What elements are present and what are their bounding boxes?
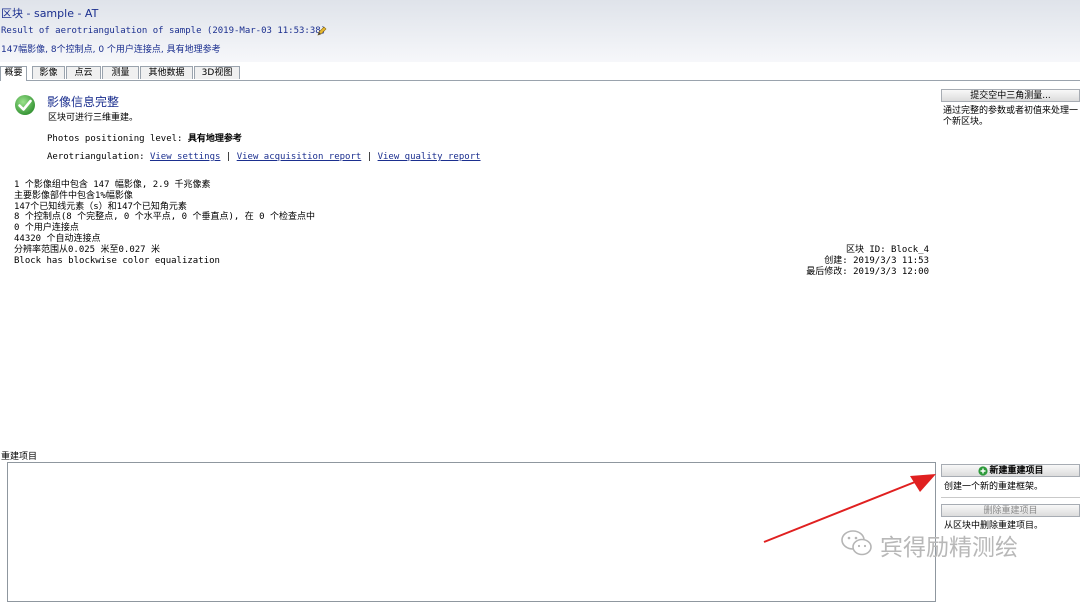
stat-line: 主要影像部件中包含1%幅影像: [14, 190, 133, 201]
block-modified: 最后修改: 2019/3/3 12:00: [806, 266, 929, 277]
pencil-icon[interactable]: [317, 26, 327, 36]
positioning-value: 具有地理参考: [187, 134, 242, 144]
positioning-label: Photos positioning level:: [47, 134, 183, 144]
view-acquisition-report-link[interactable]: View acquisition report: [237, 152, 362, 162]
new-reconstruction-button[interactable]: 新建重建项目: [941, 464, 1080, 477]
view-quality-report-link[interactable]: View quality report: [378, 152, 481, 162]
tab-3d-view[interactable]: 3D视图: [194, 66, 240, 79]
new-reconstruction-description: 创建一个新的重建框架。: [944, 482, 1044, 492]
tab-point-clouds[interactable]: 点云: [66, 66, 101, 79]
status-subtitle: 区块可进行三维重建。: [48, 113, 139, 123]
separator: |: [225, 152, 232, 162]
submit-at-desc-line: 通过完整的参数或者初值来处理一: [943, 106, 1079, 116]
divider: [941, 497, 1080, 498]
status-title: 影像信息完整: [47, 95, 120, 109]
block-created: 创建: 2019/3/3 11:53: [824, 255, 929, 266]
reconstruction-label: 重建项目: [1, 452, 38, 462]
check-icon: [15, 95, 35, 115]
tab-other-data[interactable]: 其他数据: [140, 66, 193, 79]
tab-bar: 概要 影像 点云 测量 其他数据 3D视图: [0, 66, 1080, 81]
block-stats: 1 个影像组中包含 147 幅影像, 2.9 千兆像素 主要影像部件中包含1%幅…: [14, 180, 315, 266]
stat-line: 8 个控制点(8 个完整点, 0 个水平点, 0 个垂直点), 在 0 个检查点…: [14, 212, 315, 223]
submit-aerotriangulation-button[interactable]: 提交空中三角测量...: [941, 89, 1080, 102]
block-id: 区块 ID: Block_4: [845, 245, 929, 255]
positioning-line: Photos positioning level: 具有地理参考: [47, 131, 242, 144]
page-title: 区块 - sample - AT: [1, 7, 99, 20]
watermark: 宾得励精测绘: [840, 524, 1060, 564]
view-settings-link[interactable]: View settings: [150, 152, 220, 162]
submit-at-description: 通过完整的参数或者初值来处理一 个新区块。: [943, 106, 1078, 128]
plus-icon: [978, 466, 988, 476]
block-summary: 147幅影像, 8个控制点, 0 个用户连接点, 具有地理参考: [1, 45, 221, 55]
stat-line: Block has blockwise color equalization: [14, 255, 220, 266]
result-subtitle: Result of aerotriangulation of sample (2…: [1, 26, 327, 36]
watermark-text: 宾得励精测绘: [880, 535, 1018, 561]
separator: |: [366, 152, 373, 162]
submit-at-desc-line: 个新区块。: [943, 117, 989, 127]
stat-line: 1 个影像组中包含 147 幅影像, 2.9 千兆像素: [14, 180, 211, 190]
block-header: 区块 - sample - AT Result of aerotriangula…: [0, 0, 1080, 62]
at-label: Aerotriangulation:: [47, 152, 145, 162]
stat-line: 44320 个自动连接点: [14, 233, 101, 244]
wechat-icon: [841, 530, 872, 556]
aerotriangulation-line: Aerotriangulation: View settings | View …: [47, 152, 481, 162]
stat-line: 0 个用户连接点: [14, 223, 79, 234]
stat-line: 分辨率范围从0.025 米至0.027 米: [14, 244, 161, 255]
delete-reconstruction-button[interactable]: 删除重建项目: [941, 504, 1080, 517]
tab-photos[interactable]: 影像: [32, 66, 65, 79]
block-meta: 区块 ID: Block_4 创建: 2019/3/3 11:53 最后修改: …: [806, 245, 929, 277]
tab-overview[interactable]: 概要: [0, 66, 27, 81]
tab-surveys[interactable]: 测量: [102, 66, 139, 79]
new-reconstruction-label: 新建重建项目: [989, 466, 1044, 476]
stat-line: 147个已知线元素（s）和147个已知角元素: [14, 201, 187, 212]
